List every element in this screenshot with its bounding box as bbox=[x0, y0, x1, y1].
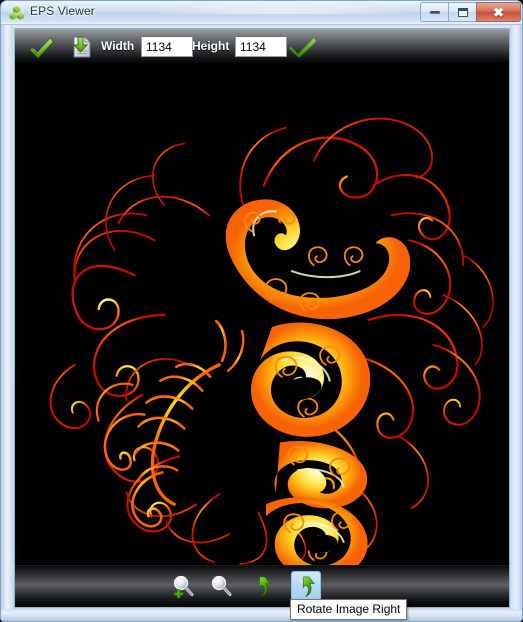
magnifier-plus-icon bbox=[173, 575, 194, 598]
window-left-border bbox=[1, 25, 13, 621]
height-label: Height bbox=[192, 39, 230, 53]
maximize-icon bbox=[457, 7, 468, 17]
green-cubes-icon bbox=[9, 6, 24, 20]
open-eps-checkmark-icon[interactable] bbox=[29, 35, 55, 59]
close-icon: ✖ bbox=[493, 4, 504, 20]
tooltip: Rotate Image Right bbox=[290, 599, 408, 620]
title-bar-sheen bbox=[151, 2, 411, 14]
rotate-right-arrow-icon bbox=[302, 576, 315, 597]
save-document-download-icon[interactable] bbox=[67, 35, 93, 59]
image-canvas[interactable] bbox=[15, 65, 509, 567]
rotate-right-button[interactable] bbox=[291, 571, 321, 601]
zoom-out-button[interactable] bbox=[206, 571, 236, 601]
width-label: Width bbox=[101, 39, 135, 53]
top-toolbar: Width Height bbox=[15, 29, 509, 64]
height-input[interactable] bbox=[235, 36, 287, 57]
close-button[interactable]: ✖ bbox=[476, 2, 521, 22]
app-window: EPS Viewer ✖ Width 1134 Height 1134 Rota… bbox=[0, 0, 523, 622]
rotate-left-button[interactable] bbox=[247, 571, 277, 601]
magnifier-icon bbox=[211, 575, 232, 596]
rotate-left-arrow-icon bbox=[258, 576, 271, 597]
bottom-toolbar bbox=[15, 565, 509, 607]
ornate-swirl-love-artwork bbox=[15, 66, 509, 567]
window-bottom-border bbox=[1, 609, 522, 621]
title-bar[interactable]: EPS Viewer ✖ bbox=[1, 1, 522, 25]
client-area: Width Height bbox=[14, 28, 510, 608]
minimize-button[interactable] bbox=[420, 2, 449, 22]
width-input[interactable] bbox=[141, 36, 193, 57]
window-controls: ✖ bbox=[420, 2, 521, 22]
window-title: EPS Viewer bbox=[30, 4, 95, 18]
green-checkmark-icon[interactable] bbox=[289, 35, 317, 59]
window-right-border bbox=[510, 25, 522, 621]
minimize-icon bbox=[429, 10, 440, 14]
zoom-in-button[interactable] bbox=[168, 571, 198, 601]
maximize-button[interactable] bbox=[448, 2, 477, 22]
